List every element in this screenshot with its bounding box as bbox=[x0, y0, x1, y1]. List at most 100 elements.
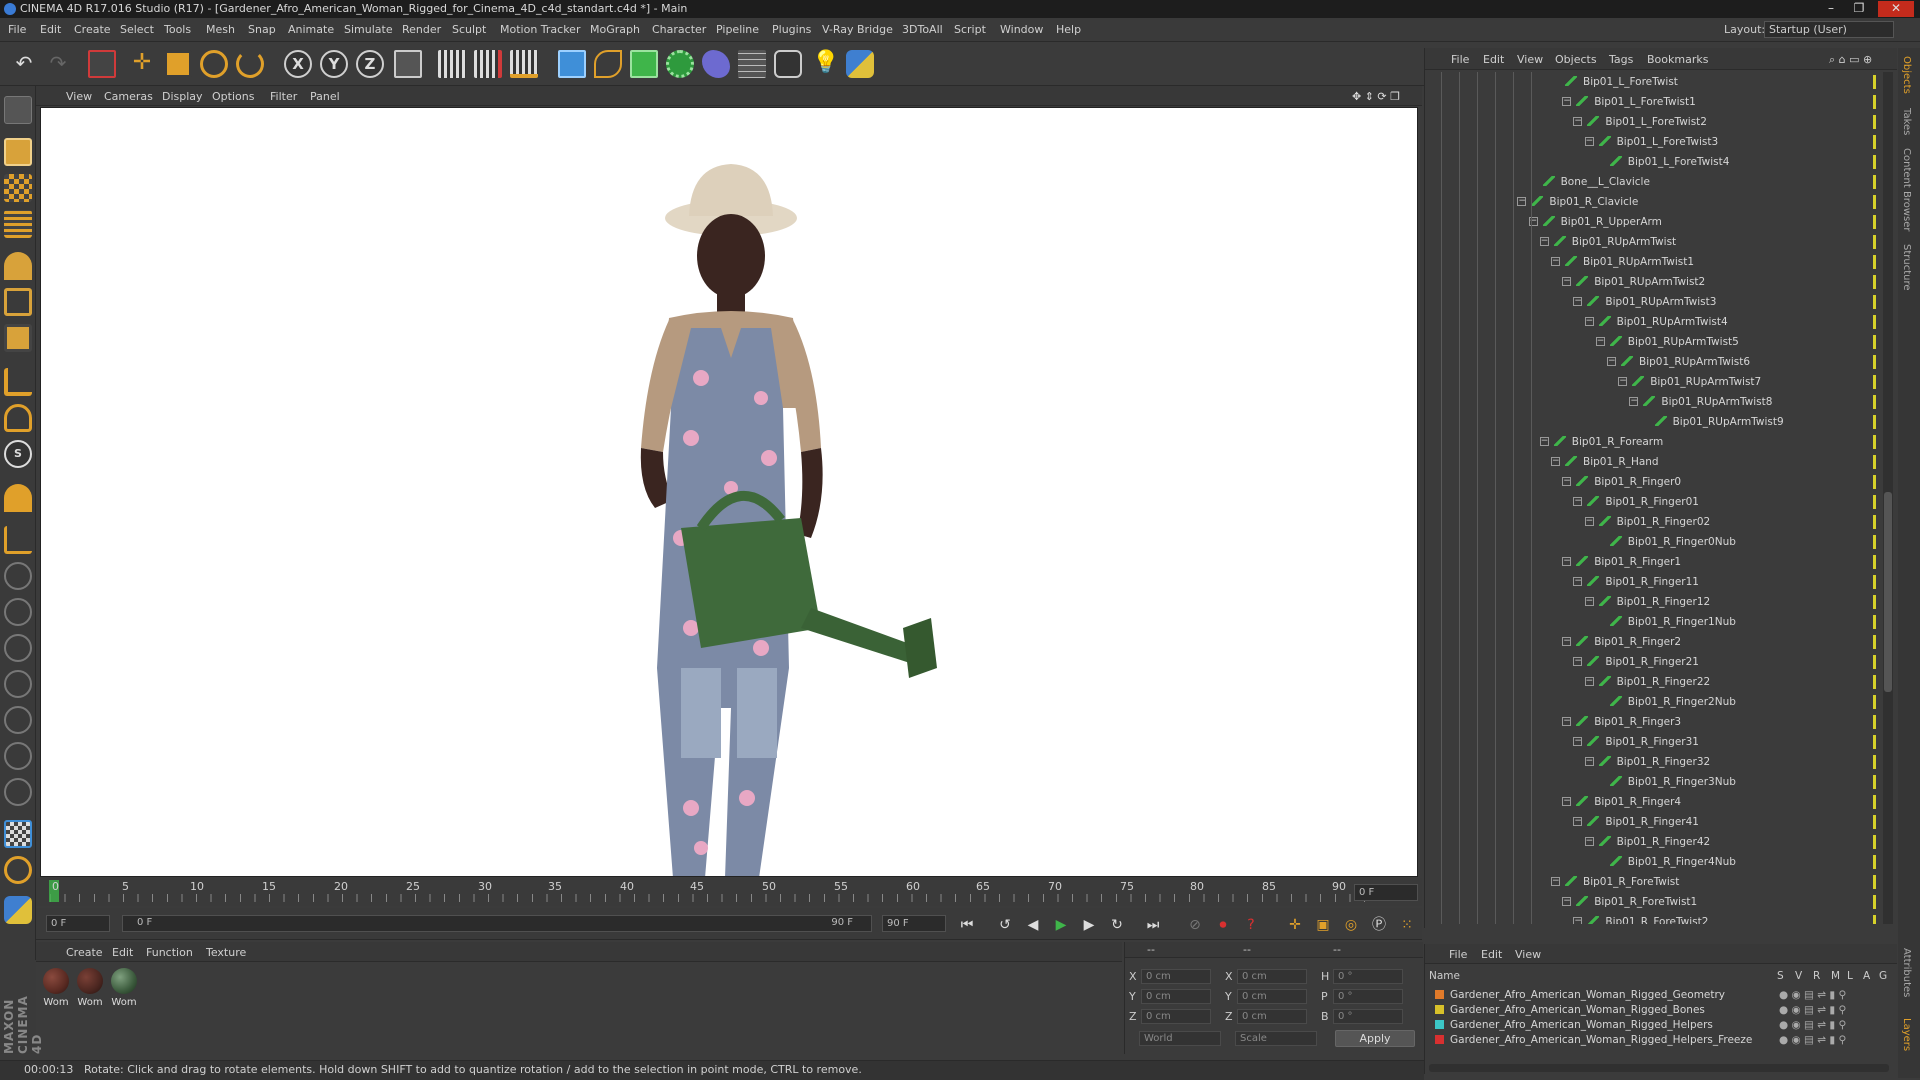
live-selection-icon[interactable] bbox=[88, 50, 116, 78]
sculpt-brush-6-icon[interactable] bbox=[4, 742, 32, 770]
subdivision-surface-icon[interactable] bbox=[630, 50, 658, 78]
object-tree-item[interactable]: Bip01_R_Finger3Nub bbox=[1609, 772, 1736, 792]
menu-tools[interactable]: Tools bbox=[164, 23, 191, 36]
material-menu-texture[interactable]: Texture bbox=[206, 946, 246, 959]
material-item[interactable]: Wom bbox=[76, 968, 104, 1012]
layer-menu-file[interactable]: File bbox=[1449, 948, 1467, 961]
viewport-menu-display[interactable]: Display bbox=[162, 90, 203, 103]
quantize-icon[interactable] bbox=[4, 526, 32, 554]
points-mode-icon[interactable] bbox=[4, 252, 32, 280]
object-tree-item[interactable]: Bip01_L_ForeTwist bbox=[1565, 72, 1678, 92]
sculpt-brush-5-icon[interactable] bbox=[4, 706, 32, 734]
recent-tool-icon[interactable] bbox=[236, 50, 264, 78]
object-tree-item[interactable]: − Bip01_R_Forearm bbox=[1539, 432, 1663, 452]
object-tree-item[interactable]: − Bip01_R_Finger41 bbox=[1573, 812, 1699, 832]
rotation-b-field[interactable]: 0 ° bbox=[1333, 1009, 1403, 1024]
size-x-field[interactable]: 0 cm bbox=[1237, 969, 1307, 984]
object-tree-item[interactable]: − Bip01_L_ForeTwist2 bbox=[1573, 112, 1707, 132]
object-search-icon[interactable]: ⌕ ⌂ ▭ ⊕ bbox=[1829, 53, 1872, 67]
expand-toggle-icon[interactable]: − bbox=[1562, 97, 1572, 106]
menu-file[interactable]: File bbox=[8, 23, 26, 36]
menu-sculpt[interactable]: Sculpt bbox=[452, 23, 486, 36]
layer-color-swatch[interactable] bbox=[1435, 1005, 1444, 1014]
sculpt-brush-7-icon[interactable] bbox=[4, 778, 32, 806]
layer-row[interactable]: Gardener_Afro_American_Woman_Rigged_Help… bbox=[1429, 1033, 1869, 1048]
material-menu-create[interactable]: Create bbox=[66, 946, 103, 959]
magnet-icon[interactable] bbox=[4, 484, 32, 512]
make-editable-icon[interactable] bbox=[4, 96, 32, 124]
expand-toggle-icon[interactable]: − bbox=[1573, 917, 1583, 924]
expand-toggle-icon[interactable]: − bbox=[1584, 597, 1594, 606]
deformer-icon[interactable] bbox=[702, 50, 730, 78]
undo-icon[interactable]: ↶ bbox=[10, 50, 38, 78]
go-to-end-icon[interactable]: ⏭ bbox=[1142, 914, 1164, 936]
key-parameter-icon[interactable]: Ⓟ bbox=[1368, 914, 1390, 936]
sculpt-brush-4-icon[interactable] bbox=[4, 670, 32, 698]
menu-3dtoall[interactable]: 3DToAll bbox=[902, 23, 943, 36]
object-menu-objects[interactable]: Objects bbox=[1555, 53, 1597, 66]
object-tree-item[interactable]: Bone__L_Clavicle bbox=[1542, 172, 1650, 192]
scrollbar-thumb[interactable] bbox=[1884, 492, 1892, 692]
expand-toggle-icon[interactable]: − bbox=[1573, 577, 1583, 586]
maximize-button[interactable]: ❐ bbox=[1846, 1, 1872, 17]
object-tree-item[interactable]: Bip01_R_Finger2Nub bbox=[1609, 692, 1736, 712]
object-tree-item[interactable]: − Bip01_R_Finger01 bbox=[1573, 492, 1699, 512]
light-icon[interactable]: 💡 bbox=[812, 50, 840, 78]
object-tree-item[interactable]: − Bip01_R_Finger3 bbox=[1562, 712, 1681, 732]
layer-color-swatch[interactable] bbox=[1435, 1035, 1444, 1044]
autokey-icon[interactable]: ⏺ bbox=[1212, 914, 1234, 936]
object-tree-item[interactable]: − Bip01_R_Finger32 bbox=[1584, 752, 1710, 772]
viewport-menu-view[interactable]: View bbox=[66, 90, 92, 103]
expand-toggle-icon[interactable]: − bbox=[1584, 317, 1594, 326]
object-tree-item[interactable]: − Bip01_R_Finger22 bbox=[1584, 672, 1710, 692]
edges-mode-icon[interactable] bbox=[4, 288, 32, 316]
menu-mesh[interactable]: Mesh bbox=[206, 23, 235, 36]
material-menu-edit[interactable]: Edit bbox=[112, 946, 133, 959]
menu-script[interactable]: Script bbox=[954, 23, 986, 36]
object-tree-item[interactable]: − Bip01_RUpArmTwist4 bbox=[1584, 312, 1728, 332]
key-rotation-icon[interactable]: ◎ bbox=[1340, 914, 1362, 936]
menu-select[interactable]: Select bbox=[120, 23, 154, 36]
object-tree-item[interactable]: − Bip01_RUpArmTwist7 bbox=[1618, 372, 1761, 392]
expand-toggle-icon[interactable]: − bbox=[1584, 837, 1594, 846]
object-menu-bookmarks[interactable]: Bookmarks bbox=[1647, 53, 1708, 66]
object-menu-file[interactable]: File bbox=[1451, 53, 1469, 66]
current-frame-field[interactable]: 0 F bbox=[1354, 884, 1418, 901]
expand-toggle-icon[interactable]: − bbox=[1573, 117, 1583, 126]
minimize-button[interactable]: – bbox=[1818, 1, 1844, 17]
object-tree-item[interactable]: − Bip01_R_Hand bbox=[1551, 452, 1659, 472]
tab-takes[interactable]: Takes bbox=[1901, 108, 1912, 135]
menu-plugins[interactable]: Plugins bbox=[772, 23, 811, 36]
viewport-menu-options[interactable]: Options bbox=[212, 90, 254, 103]
expand-toggle-icon[interactable]: − bbox=[1562, 637, 1572, 646]
viewport-navigation-icons[interactable]: ✥ ⇕ ⟳ ❐ bbox=[1352, 90, 1400, 103]
go-to-start-icon[interactable]: ⏮ bbox=[956, 914, 978, 936]
object-tree-item[interactable]: − Bip01_RUpArmTwist6 bbox=[1607, 352, 1750, 372]
object-tree-item[interactable]: − Bip01_R_Finger21 bbox=[1573, 652, 1699, 672]
expand-toggle-icon[interactable]: − bbox=[1539, 237, 1549, 246]
object-tree-item[interactable]: − Bip01_RUpArmTwist8 bbox=[1629, 392, 1772, 412]
menu-vray-bridge[interactable]: V-Ray Bridge bbox=[822, 23, 893, 36]
expand-toggle-icon[interactable]: − bbox=[1551, 877, 1560, 886]
rotation-h-field[interactable]: 0 ° bbox=[1333, 969, 1403, 984]
expand-toggle-icon[interactable]: − bbox=[1573, 297, 1583, 306]
expand-toggle-icon[interactable]: − bbox=[1584, 757, 1594, 766]
viewport-3d[interactable] bbox=[40, 107, 1418, 877]
menu-window[interactable]: Window bbox=[1000, 23, 1043, 36]
menu-animate[interactable]: Animate bbox=[288, 23, 334, 36]
object-tree-item[interactable]: − Bip01_RUpArmTwist1 bbox=[1551, 252, 1694, 272]
object-tree-item[interactable]: Bip01_R_Finger0Nub bbox=[1609, 532, 1736, 552]
layer-menu-view[interactable]: View bbox=[1515, 948, 1541, 961]
expand-toggle-icon[interactable]: − bbox=[1562, 897, 1572, 906]
menu-help[interactable]: Help bbox=[1056, 23, 1081, 36]
menu-create[interactable]: Create bbox=[74, 23, 111, 36]
tab-attributes[interactable]: Attributes bbox=[1901, 948, 1912, 997]
array-icon[interactable] bbox=[666, 50, 694, 78]
redo-icon[interactable]: ↷ bbox=[44, 50, 72, 78]
object-tree-item[interactable]: − Bip01_R_Clavicle bbox=[1517, 192, 1638, 212]
sculpt-brush-2-icon[interactable] bbox=[4, 598, 32, 626]
sculpt-brush-3-icon[interactable] bbox=[4, 634, 32, 662]
expand-toggle-icon[interactable]: − bbox=[1517, 197, 1527, 206]
floor-icon[interactable] bbox=[738, 50, 766, 78]
expand-toggle-icon[interactable]: − bbox=[1618, 377, 1628, 386]
